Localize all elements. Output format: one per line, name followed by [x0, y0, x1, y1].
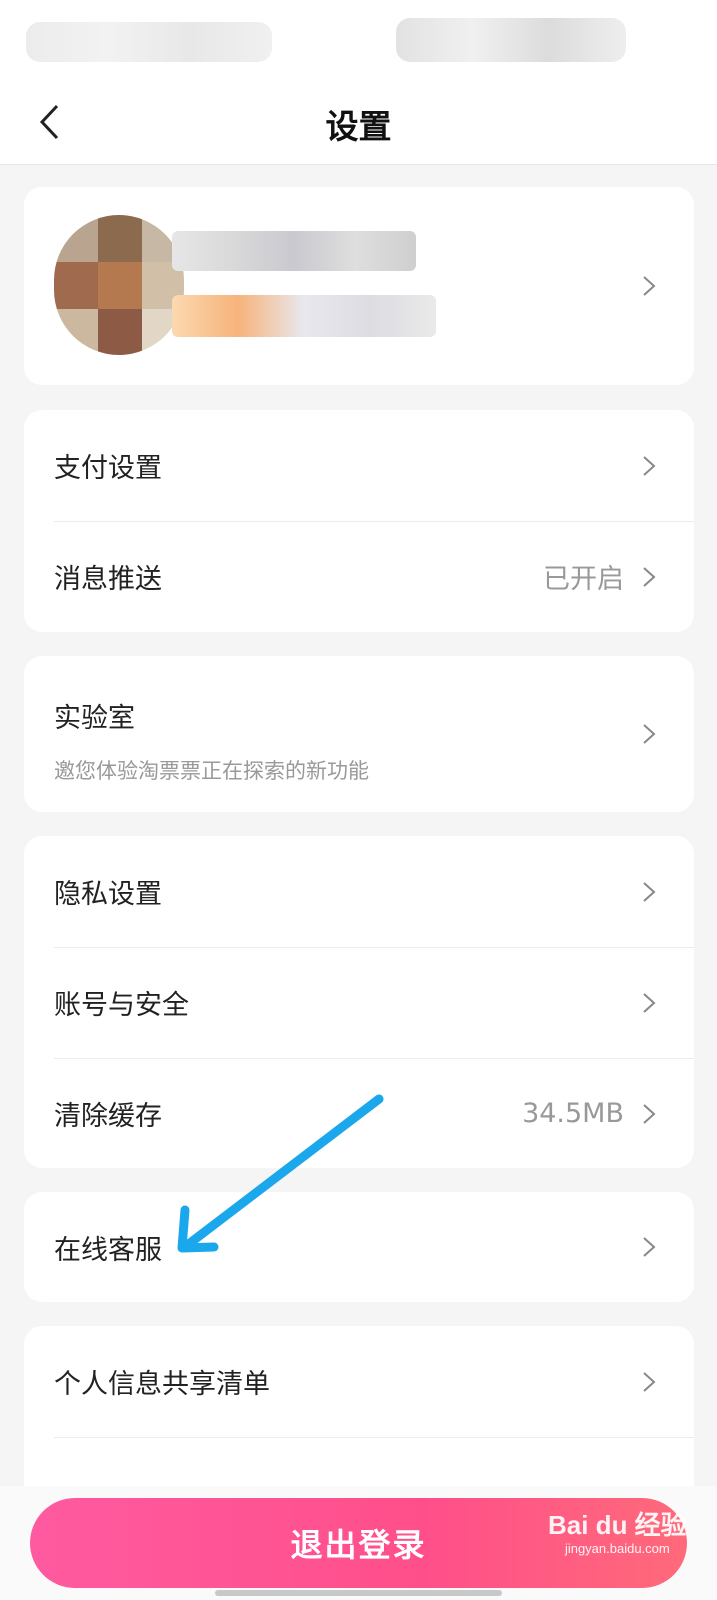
- watermark-brand: Bai du 经验: [548, 1510, 687, 1540]
- annotation-arrow-icon: [177, 1094, 384, 1253]
- baidu-jingyan-watermark: Bai du 经验 jingyan.baidu.com: [548, 1512, 687, 1555]
- home-indicator: [215, 1590, 502, 1596]
- watermark-url: jingyan.baidu.com: [564, 1541, 670, 1556]
